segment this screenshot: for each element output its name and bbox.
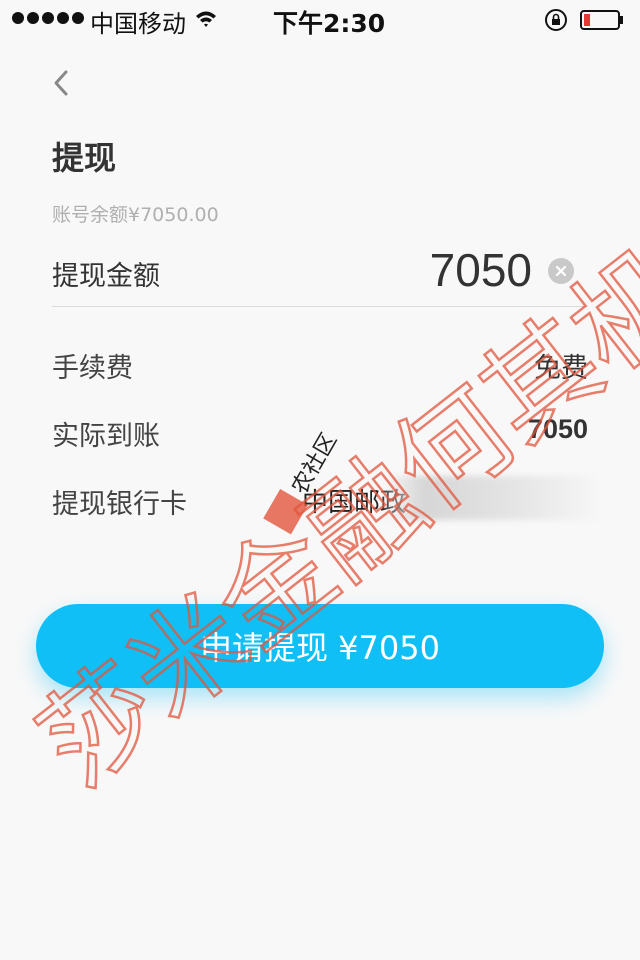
page-title: 提现 <box>52 139 117 177</box>
actual-amount-row: 实际到账 7050 <box>52 414 588 454</box>
status-bar: 中国移动 下午2:30 <box>0 0 640 40</box>
bank-card-label: 提现银行卡 <box>52 489 187 520</box>
wifi-icon <box>196 11 216 27</box>
bank-card-row[interactable]: 提现银行卡 中国邮政 <box>52 476 604 522</box>
chevron-left-icon <box>54 70 68 96</box>
actual-amount-value: 7050 <box>527 414 588 444</box>
fee-label: 手续费 <box>52 353 133 384</box>
fee-value: 免费 <box>534 353 588 384</box>
submit-withdraw-button[interactable]: 申请提现 ¥7050 <box>36 604 604 688</box>
bank-number-redaction <box>384 476 604 520</box>
clear-amount-button[interactable] <box>548 258 574 284</box>
withdraw-amount-label: 提现金额 <box>52 261 160 292</box>
orientation-lock-icon <box>545 9 567 31</box>
clock-time: 下午2:30 <box>273 9 386 38</box>
fee-row: 手续费 免费 <box>52 346 588 386</box>
withdraw-amount-input[interactable] <box>232 244 532 296</box>
carrier-name: 中国移动 <box>90 10 186 38</box>
battery-low-icon <box>580 10 623 30</box>
signal-dots-icon <box>12 12 84 24</box>
withdraw-screen: 中国移动 下午2:30 提现 账号余额¥7050.00 提现金额 7050 手续… <box>0 0 640 960</box>
account-balance: 账号余额¥7050.00 <box>52 204 219 226</box>
clear-circle-icon <box>555 265 567 277</box>
back-button[interactable] <box>40 62 82 104</box>
withdraw-amount-row: 提现金额 <box>52 236 588 307</box>
actual-amount-label: 实际到账 <box>52 421 160 452</box>
